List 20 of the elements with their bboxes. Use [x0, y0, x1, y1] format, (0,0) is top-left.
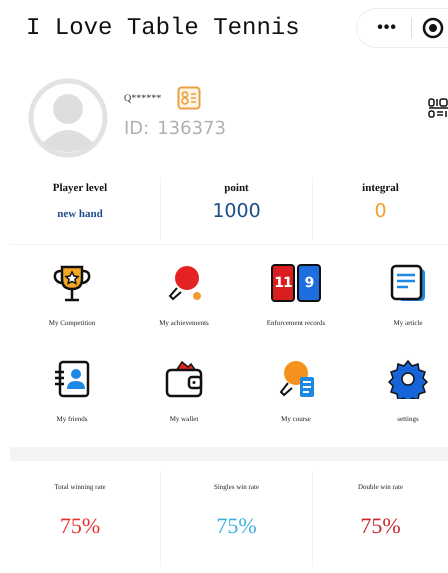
document-icon[interactable] [388, 263, 428, 303]
rate-value: 75% [216, 513, 257, 539]
settings-icon[interactable] [388, 359, 428, 399]
rate-value: 75% [60, 513, 100, 539]
user-id: 136373 [157, 118, 226, 139]
trophy-icon[interactable] [52, 263, 92, 303]
user-name: Q****** [124, 92, 162, 104]
stat-label: Player level [52, 182, 108, 194]
stat-value: new hand [57, 208, 103, 220]
stat-label: integral [362, 182, 399, 194]
stat-value: 0 [374, 200, 387, 222]
stat-label: point [224, 182, 249, 194]
more-button[interactable]: ••• [373, 19, 401, 37]
page-title: I Love Table Tennis [26, 14, 300, 42]
id-label: ID: [124, 118, 150, 139]
stat-value: 1000 [212, 200, 261, 222]
qr-code-icon[interactable] [428, 97, 448, 119]
contact-book-icon[interactable] [52, 359, 92, 399]
wallet-icon[interactable] [164, 359, 204, 399]
rate-value: 75% [360, 513, 401, 539]
